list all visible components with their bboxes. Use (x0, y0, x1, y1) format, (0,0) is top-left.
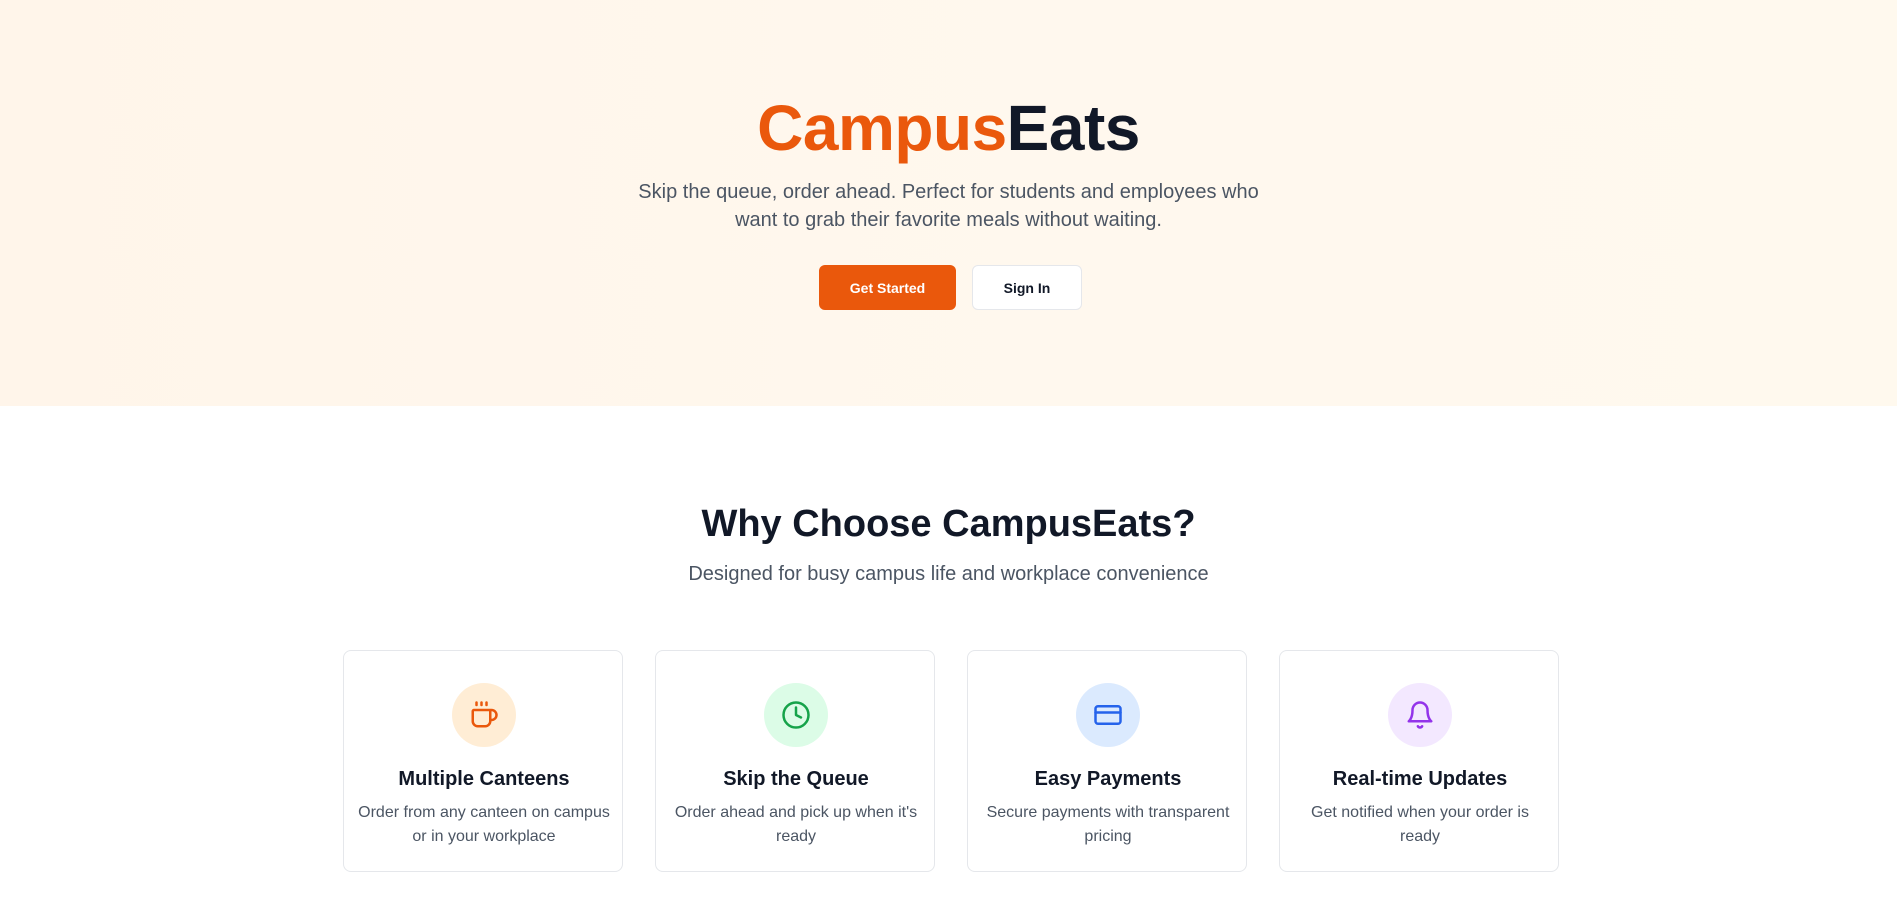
feature-card-description: Order from any canteen on campus or in y… (358, 804, 610, 845)
hero-actions: Get Started Sign In (819, 265, 1082, 310)
feature-card-skip-the-queue: Skip the Queue Order ahead and pick up w… (655, 650, 935, 872)
brand-title: CampusEats (0, 92, 1897, 164)
feature-card-title: Skip the Queue (723, 768, 869, 790)
feature-card-multiple-canteens: Multiple Canteens Order from any canteen… (343, 650, 623, 872)
bell-icon (1388, 683, 1452, 747)
get-started-button[interactable]: Get Started (819, 265, 956, 310)
features-grid: Multiple Canteens Order from any canteen… (343, 650, 1559, 872)
feature-card-title: Multiple Canteens (398, 768, 570, 790)
features-title: Why Choose CampusEats? (701, 503, 1196, 545)
hero-tagline: Skip the queue, order ahead. Perfect for… (0, 178, 1897, 234)
brand-title-campus: Campus (757, 92, 1007, 164)
features-subtitle: Designed for busy campus life and workpl… (688, 563, 1209, 585)
clock-icon (764, 683, 828, 747)
feature-card-description: Secure payments with transparent pricing (986, 804, 1230, 845)
feature-card-description: Get notified when your order is ready (1311, 804, 1529, 845)
coffee-cup-icon (452, 683, 516, 747)
hero-tagline-line2: want to grab their favorite meals withou… (735, 209, 1162, 231)
credit-card-icon (1076, 683, 1140, 747)
feature-card-description: Order ahead and pick up when it's ready (674, 804, 918, 845)
feature-card-real-time-updates: Real-time Updates Get notified when your… (1279, 650, 1559, 872)
sign-in-button[interactable]: Sign In (972, 265, 1082, 310)
feature-card-title: Easy Payments (1034, 768, 1182, 790)
hero-tagline-line1: Skip the queue, order ahead. Perfect for… (638, 181, 1259, 203)
brand-title-eats: Eats (1006, 92, 1141, 164)
hero-section: CampusEats Skip the queue, order ahead. … (0, 0, 1897, 406)
feature-card-easy-payments: Easy Payments Secure payments with trans… (967, 650, 1247, 872)
feature-card-title: Real-time Updates (1332, 768, 1508, 790)
